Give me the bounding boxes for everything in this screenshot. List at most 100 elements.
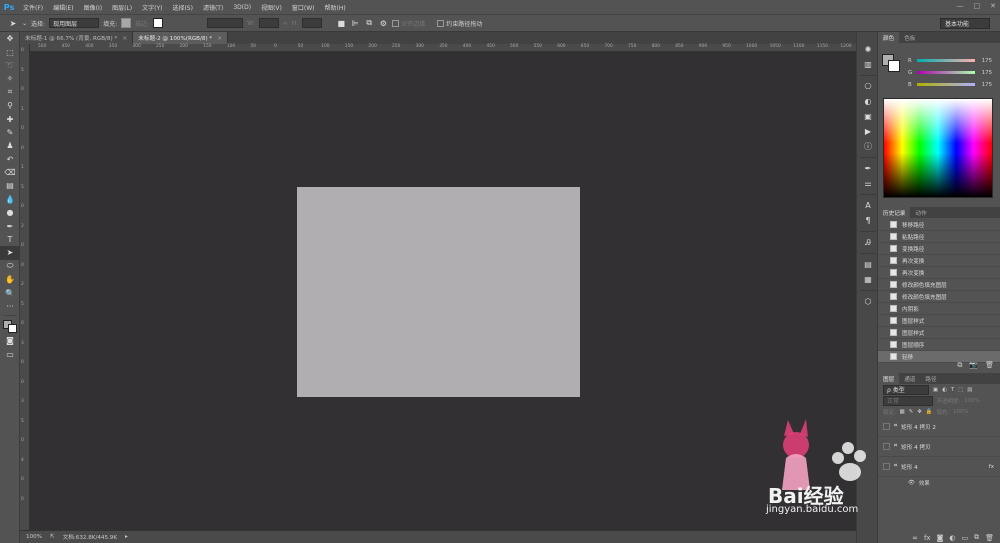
filter-shape-icon[interactable]: ⬚ xyxy=(958,387,963,393)
properties-panel-icon[interactable]: ⚌ xyxy=(857,176,879,191)
close-icon[interactable]: × xyxy=(122,35,127,42)
eye-icon[interactable] xyxy=(883,463,890,470)
layer-effects-row[interactable]: 👁 效果 xyxy=(878,477,1000,488)
eraser-tool-icon[interactable]: ⌫ xyxy=(0,166,20,179)
workspace-switcher[interactable]: 基本功能 xyxy=(940,18,990,29)
dodge-tool-icon[interactable]: ● xyxy=(0,206,20,219)
minimize-button[interactable]: — xyxy=(957,2,964,10)
history-item[interactable]: 图层顺序 xyxy=(878,339,1000,351)
canvas-area[interactable] xyxy=(30,52,856,530)
maximize-button[interactable]: □ xyxy=(974,2,981,10)
more-tools-icon[interactable]: ··· xyxy=(0,300,20,313)
status-menu-arrow[interactable]: ▸ xyxy=(125,534,128,540)
tab-history[interactable]: 历史记录 xyxy=(878,207,911,218)
layer-rect4-copy[interactable]: ⌗ 矩形 4 拷贝 xyxy=(878,437,1000,457)
actions-panel-icon[interactable]: ▶ xyxy=(857,124,879,139)
color-spectrum[interactable] xyxy=(883,98,993,198)
zoom-tool-icon[interactable]: 🔍 xyxy=(0,286,20,299)
blur-tool-icon[interactable]: 💧 xyxy=(0,193,20,206)
pen-tool-icon[interactable]: ✒ xyxy=(0,219,20,232)
menu-help[interactable]: 帮助(H) xyxy=(320,3,351,12)
eye-icon[interactable] xyxy=(883,443,890,450)
select-mode-dropdown[interactable]: 现用图层 xyxy=(49,18,100,28)
tab-document-1[interactable]: 未标题-1 @ 66.7% (背景, RGB/8) * × xyxy=(20,32,134,44)
libraries-panel-icon[interactable]: ⎔ xyxy=(857,79,879,94)
blue-value[interactable]: 175 xyxy=(978,82,992,88)
lock-transparency-icon[interactable]: ▦ xyxy=(900,409,905,415)
3d-panel-icon[interactable]: ⬡ xyxy=(857,294,879,309)
tab-swatches[interactable]: 色板 xyxy=(899,32,920,43)
layer-rect4-copy2[interactable]: ⌗ 矩形 4 拷贝 2 xyxy=(878,417,1000,437)
brush-panel-icon[interactable]: ✒ xyxy=(857,161,879,176)
blue-slider[interactable]: B 175 xyxy=(908,81,992,88)
link-layers-icon[interactable]: ∞ xyxy=(912,534,918,542)
swatches-panel-icon[interactable]: ▥ xyxy=(857,57,879,72)
trash-icon[interactable]: 🗑 xyxy=(985,534,994,542)
shape-tool-icon[interactable]: ⬭ xyxy=(0,260,20,273)
red-slider[interactable]: R 175 xyxy=(908,57,992,64)
history-brush-tool-icon[interactable]: ↶ xyxy=(0,153,20,166)
tab-color[interactable]: 颜色 xyxy=(878,32,900,43)
height-field[interactable] xyxy=(302,18,323,28)
lasso-tool-icon[interactable]: ➰ xyxy=(0,59,20,72)
blend-mode-dropdown[interactable]: 正常 xyxy=(883,395,933,406)
layer-comps-panel-icon[interactable]: ▤ xyxy=(857,257,879,272)
lock-all-icon[interactable]: 🔒 xyxy=(926,409,933,415)
menu-edit[interactable]: 编辑(E) xyxy=(48,3,78,12)
history-item[interactable]: 修改颜色填充图层 xyxy=(878,279,1000,291)
history-item[interactable]: 修改颜色填充图层 xyxy=(878,291,1000,303)
menu-file[interactable]: 文件(F) xyxy=(18,3,48,12)
path-selection-tool-icon[interactable]: ➤ xyxy=(8,18,18,28)
trash-icon[interactable]: 🗑 xyxy=(985,361,994,369)
quick-mask-icon[interactable]: ◙ xyxy=(0,334,20,347)
width-field[interactable] xyxy=(258,18,279,28)
eye-icon[interactable] xyxy=(883,423,890,430)
paragraph-panel-icon[interactable]: ¶ xyxy=(857,213,879,228)
eyedropper-tool-icon[interactable]: ⚲ xyxy=(0,99,20,112)
move-tool-icon[interactable]: ✥ xyxy=(0,32,20,45)
menu-type[interactable]: 文字(Y) xyxy=(137,3,167,12)
path-arrangement-icon[interactable]: ⧉ xyxy=(364,18,374,28)
history-item[interactable]: 移移路径 xyxy=(878,219,1000,231)
tab-document-2[interactable]: 未标题-2 @ 100%(RGB/8) * × xyxy=(133,32,229,44)
menu-filter[interactable]: 滤镜(T) xyxy=(198,3,228,12)
eye-icon[interactable]: 👁 xyxy=(908,480,915,486)
align-edges-checkbox[interactable]: 对齐边缘 xyxy=(392,19,425,28)
new-group-icon[interactable]: ▭ xyxy=(961,534,968,542)
notes-panel-icon[interactable]: ▦ xyxy=(857,272,879,287)
history-item[interactable]: 变换路径 xyxy=(878,243,1000,255)
history-item[interactable]: 粘贴路径 xyxy=(878,231,1000,243)
opacity-value[interactable]: 100% xyxy=(964,398,979,404)
styles-panel-icon[interactable]: ▣ xyxy=(857,109,879,124)
layer-kind-filter[interactable]: ρ 类型 xyxy=(883,384,929,395)
menu-image[interactable]: 图像(I) xyxy=(79,3,107,12)
blue-slider-track[interactable] xyxy=(917,83,975,86)
new-document-from-state-icon[interactable]: ⧉ xyxy=(957,361,962,370)
tab-layers[interactable]: 图层 xyxy=(878,373,900,384)
magic-wand-tool-icon[interactable]: ✧ xyxy=(0,72,20,85)
layer-fx-badge[interactable]: fx xyxy=(989,464,994,470)
tab-channels[interactable]: 通道 xyxy=(899,373,920,384)
menu-select[interactable]: 选择(S) xyxy=(167,3,198,12)
gear-icon[interactable]: ⚙ xyxy=(378,18,388,28)
hand-tool-icon[interactable]: ✋ xyxy=(0,273,20,286)
lock-pixels-icon[interactable]: ✎ xyxy=(909,409,914,415)
menu-window[interactable]: 窗口(W) xyxy=(287,3,320,12)
marquee-tool-icon[interactable]: ⬚ xyxy=(0,45,20,58)
direct-selection-tool-icon[interactable]: ➤ xyxy=(0,246,20,260)
adjustments-panel-icon[interactable]: ◐ xyxy=(857,94,879,109)
info-panel-icon[interactable]: ⓘ xyxy=(857,139,879,154)
snapshot-camera-icon[interactable]: 📷 xyxy=(969,361,978,369)
history-item[interactable]: 内阴影 xyxy=(878,303,1000,315)
menu-3d[interactable]: 3D(D) xyxy=(228,4,256,11)
brush-tool-icon[interactable]: ✎ xyxy=(0,126,20,139)
green-slider-track[interactable] xyxy=(917,71,975,74)
path-operations-icon[interactable]: ■ xyxy=(336,18,346,28)
zoom-level[interactable]: 100% xyxy=(26,534,42,540)
color-background-swatch[interactable] xyxy=(888,60,900,72)
history-item[interactable]: 图层样式 xyxy=(878,327,1000,339)
color-swatches[interactable] xyxy=(0,318,20,334)
export-icon[interactable]: ⇱ xyxy=(50,534,55,540)
tab-actions[interactable]: 动作 xyxy=(910,207,931,218)
stroke-type-dropdown[interactable] xyxy=(207,18,244,28)
